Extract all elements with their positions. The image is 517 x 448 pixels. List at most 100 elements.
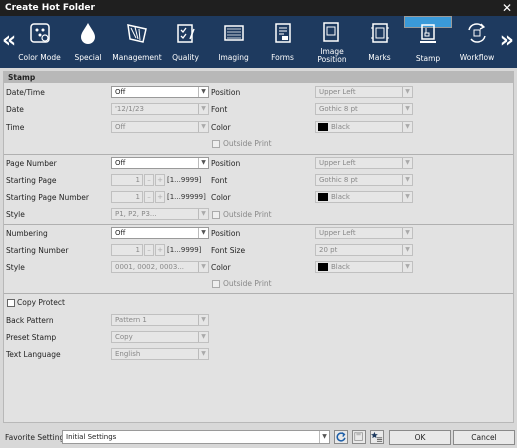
chevron-down-icon: ▼ bbox=[402, 245, 412, 255]
color-swatch bbox=[318, 263, 328, 271]
numbering-label: Numbering bbox=[6, 229, 48, 238]
numbering-color-select[interactable]: Black ▼ bbox=[315, 261, 413, 273]
decrement-button[interactable]: – bbox=[144, 191, 154, 203]
tab-forms[interactable]: Forms bbox=[260, 16, 305, 68]
chevron-down-icon: ▼ bbox=[198, 262, 208, 272]
increment-button[interactable]: + bbox=[155, 191, 165, 203]
tab-management[interactable]: Management bbox=[112, 16, 162, 68]
tab-workflow[interactable]: Workflow bbox=[453, 16, 501, 68]
numbering-outside-print-label: Outside Print bbox=[223, 279, 272, 288]
page-font-select[interactable]: Gothic 8 pt ▼ bbox=[315, 174, 413, 186]
starting-page-number-input[interactable]: 1 bbox=[111, 191, 143, 203]
decrement-button[interactable]: – bbox=[144, 244, 154, 256]
section-title: Stamp bbox=[4, 72, 513, 83]
starting-number-input[interactable]: 1 bbox=[111, 244, 143, 256]
datetime-outside-print-checkbox[interactable] bbox=[212, 140, 220, 148]
chevron-down-icon: ▼ bbox=[402, 158, 412, 168]
numbering-outside-print-checkbox[interactable] bbox=[212, 280, 220, 288]
tab-label: Quality bbox=[172, 53, 199, 62]
tab-label: Marks bbox=[368, 53, 391, 62]
starting-page-input[interactable]: 1 bbox=[111, 174, 143, 186]
font-size-label: Font Size bbox=[211, 246, 246, 255]
page-color-label: Color bbox=[211, 193, 231, 202]
chevron-down-icon: ▼ bbox=[402, 122, 412, 132]
drop-icon bbox=[81, 23, 95, 44]
chevron-down-icon: ▼ bbox=[198, 349, 208, 359]
increment-button[interactable]: + bbox=[155, 174, 165, 186]
datetime-font-select[interactable]: Gothic 8 pt ▼ bbox=[315, 103, 413, 115]
text-language-label: Text Language bbox=[6, 350, 61, 359]
copy-protect-checkbox[interactable] bbox=[7, 299, 15, 307]
tab-label: Imaging bbox=[218, 53, 249, 62]
page-outside-print-label: Outside Print bbox=[223, 210, 272, 219]
date-select[interactable]: '12/1/23 ▼ bbox=[111, 103, 209, 115]
save-button[interactable] bbox=[352, 430, 366, 444]
page-outside-print-checkbox[interactable] bbox=[212, 211, 220, 219]
imaging-icon bbox=[223, 25, 244, 41]
chevron-down-icon: ▼ bbox=[198, 122, 208, 132]
tab-label: Forms bbox=[271, 53, 294, 62]
tab-imaging[interactable]: Imaging bbox=[211, 16, 256, 68]
tab-color-mode[interactable]: Color Mode bbox=[17, 16, 62, 68]
cancel-button[interactable]: Cancel bbox=[453, 430, 515, 445]
back-pattern-select[interactable]: Pattern 1 ▼ bbox=[111, 314, 209, 326]
scroll-left-icon[interactable]: « bbox=[2, 28, 16, 53]
numbering-style-select[interactable]: 0001, 0002, 0003... ▼ bbox=[111, 261, 209, 273]
divider bbox=[4, 154, 513, 155]
stamp-panel: Stamp Date/Time Off ▼ Date '12/1/23 ▼ Time… bbox=[3, 71, 514, 423]
image-position-icon bbox=[323, 22, 339, 42]
tab-quality[interactable]: Quality bbox=[163, 16, 208, 68]
numbering-select[interactable]: Off ▼ bbox=[111, 227, 209, 239]
page-number-select[interactable]: Off ▼ bbox=[111, 157, 209, 169]
favorite-list-button[interactable] bbox=[370, 430, 384, 444]
chevron-down-icon: ▼ bbox=[319, 431, 329, 443]
quality-icon bbox=[176, 24, 195, 43]
text-language-select[interactable]: English ▼ bbox=[111, 348, 209, 360]
chevron-down-icon: ▼ bbox=[198, 332, 208, 342]
numbering-color-label: Color bbox=[211, 263, 231, 272]
chevron-down-icon: ▼ bbox=[198, 228, 208, 238]
datetime-select[interactable]: Off ▼ bbox=[111, 86, 209, 98]
favorite-setting-label: Favorite Setting bbox=[5, 433, 65, 442]
preset-stamp-select[interactable]: Copy ▼ bbox=[111, 331, 209, 343]
page-style-label: Style bbox=[6, 210, 25, 219]
forms-icon bbox=[274, 23, 291, 43]
chevron-down-icon: ▼ bbox=[402, 262, 412, 272]
tab-marks[interactable]: Marks bbox=[357, 16, 402, 68]
footer-bar: Favorite Setting Initial Settings ▼ OK Ca… bbox=[0, 426, 517, 448]
chevron-down-icon: ▼ bbox=[198, 158, 208, 168]
tab-stamp[interactable]: Stamp bbox=[404, 16, 452, 63]
tab-image-position[interactable]: Image Position bbox=[308, 16, 356, 68]
time-select[interactable]: Off ▼ bbox=[111, 121, 209, 133]
marks-icon bbox=[370, 23, 389, 43]
page-color-select[interactable]: Black ▼ bbox=[315, 191, 413, 203]
refresh-button[interactable] bbox=[334, 430, 348, 444]
close-icon[interactable]: ✕ bbox=[502, 1, 512, 15]
save-icon bbox=[354, 432, 363, 441]
page-position-select[interactable]: Upper Left ▼ bbox=[315, 157, 413, 169]
starting-page-range: [1...9999] bbox=[167, 176, 202, 184]
window-title: Create Hot Folder bbox=[5, 3, 95, 13]
numbering-position-select[interactable]: Upper Left ▼ bbox=[315, 227, 413, 239]
scroll-right-icon[interactable]: » bbox=[500, 28, 514, 53]
ok-button[interactable]: OK bbox=[389, 430, 451, 445]
chevron-down-icon: ▼ bbox=[198, 315, 208, 325]
datetime-color-select[interactable]: Black ▼ bbox=[315, 121, 413, 133]
color-swatch bbox=[318, 123, 328, 131]
datetime-label: Date/Time bbox=[6, 88, 45, 97]
chevron-down-icon: ▼ bbox=[402, 87, 412, 97]
starting-page-label: Starting Page bbox=[6, 176, 57, 185]
favorite-setting-select[interactable]: Initial Settings ▼ bbox=[62, 430, 330, 444]
page-style-select[interactable]: P1, P2, P3... ▼ bbox=[111, 208, 209, 220]
font-size-select[interactable]: 20 pt ▼ bbox=[315, 244, 413, 256]
favorite-list-icon bbox=[371, 431, 383, 442]
datetime-font-label: Font bbox=[211, 105, 228, 114]
decrement-button[interactable]: – bbox=[144, 174, 154, 186]
increment-button[interactable]: + bbox=[155, 244, 165, 256]
stamp-icon bbox=[420, 24, 436, 43]
tab-special[interactable]: Special bbox=[64, 16, 112, 68]
starting-number-range: [1...9999] bbox=[167, 246, 202, 254]
chevron-down-icon: ▼ bbox=[402, 228, 412, 238]
datetime-position-select[interactable]: Upper Left ▼ bbox=[315, 86, 413, 98]
tab-label: Color Mode bbox=[18, 53, 61, 62]
